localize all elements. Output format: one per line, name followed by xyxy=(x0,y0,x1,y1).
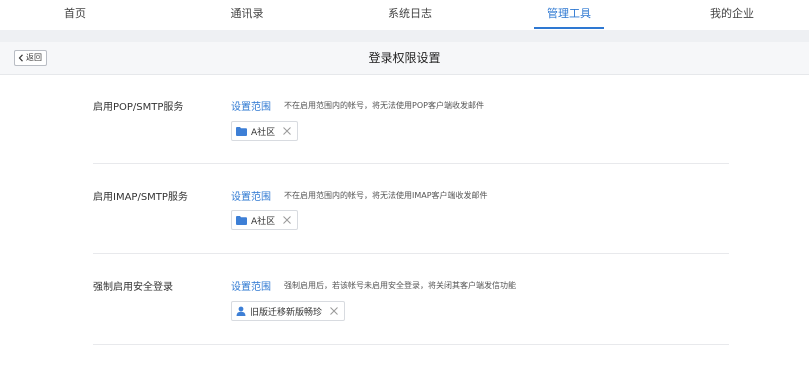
chip-label: A社区 xyxy=(251,127,276,138)
folder-icon xyxy=(236,215,247,225)
active-tab-indicator xyxy=(534,27,604,29)
section-divider xyxy=(93,163,729,164)
settings-section-pop: 启用POP/SMTP服务 设置范围 不在启用范围内的帐号，将无法使用POP客户端… xyxy=(93,94,729,164)
scope-chip: A社区 xyxy=(231,210,299,230)
scope-chip: A社区 xyxy=(231,121,299,141)
section-description: 不在启用范围内的帐号，将无法使用IMAP客户端收发邮件 xyxy=(284,191,488,200)
folder-icon xyxy=(236,126,247,136)
chip-label: A社区 xyxy=(251,216,276,227)
section-divider xyxy=(93,253,729,254)
page-title: 登录权限设置 xyxy=(368,51,441,65)
nav-separator xyxy=(0,30,809,42)
tab-system-log[interactable]: 系统日志 xyxy=(380,0,440,30)
close-icon[interactable] xyxy=(330,307,338,315)
user-icon xyxy=(236,306,246,316)
set-scope-link[interactable]: 设置范围 xyxy=(231,278,271,293)
section-description: 强制启用后，若该帐号未启用安全登录，将关闭其客户端发信功能 xyxy=(284,281,516,290)
section-description: 不在启用范围内的帐号，将无法使用POP客户端收发邮件 xyxy=(284,101,484,110)
set-scope-link[interactable]: 设置范围 xyxy=(231,188,271,203)
section-label: 启用IMAP/SMTP服务 xyxy=(93,192,188,203)
chip-label: 旧版迁移新版畅珍 xyxy=(250,307,323,318)
tab-admin-tools[interactable]: 管理工具 xyxy=(534,0,604,30)
section-divider xyxy=(93,344,729,345)
close-icon[interactable] xyxy=(283,127,292,135)
back-button-label: 返回 xyxy=(26,53,42,62)
scope-chip: 旧版迁移新版畅珍 xyxy=(231,301,346,321)
close-icon[interactable] xyxy=(283,216,292,224)
set-scope-link[interactable]: 设置范围 xyxy=(231,98,271,113)
tab-contacts[interactable]: 通讯录 xyxy=(222,0,272,30)
settings-section-secure-login: 强制启用安全登录 设置范围 强制启用后，若该帐号未启用安全登录，将关闭其客户端发… xyxy=(93,274,729,346)
tab-my-company[interactable]: 我的企业 xyxy=(702,0,762,30)
tab-home[interactable]: 首页 xyxy=(55,0,95,30)
section-label: 启用POP/SMTP服务 xyxy=(93,102,184,113)
section-label: 强制启用安全登录 xyxy=(93,282,173,293)
chevron-left-icon xyxy=(18,54,24,62)
settings-section-imap: 启用IMAP/SMTP服务 设置范围 不在启用范围内的帐号，将无法使用IMAP客… xyxy=(93,184,729,254)
page-header: 登录权限设置 返回 xyxy=(0,42,809,75)
back-button[interactable]: 返回 xyxy=(14,50,47,66)
top-nav: 首页 通讯录 系统日志 管理工具 我的企业 xyxy=(0,0,809,30)
